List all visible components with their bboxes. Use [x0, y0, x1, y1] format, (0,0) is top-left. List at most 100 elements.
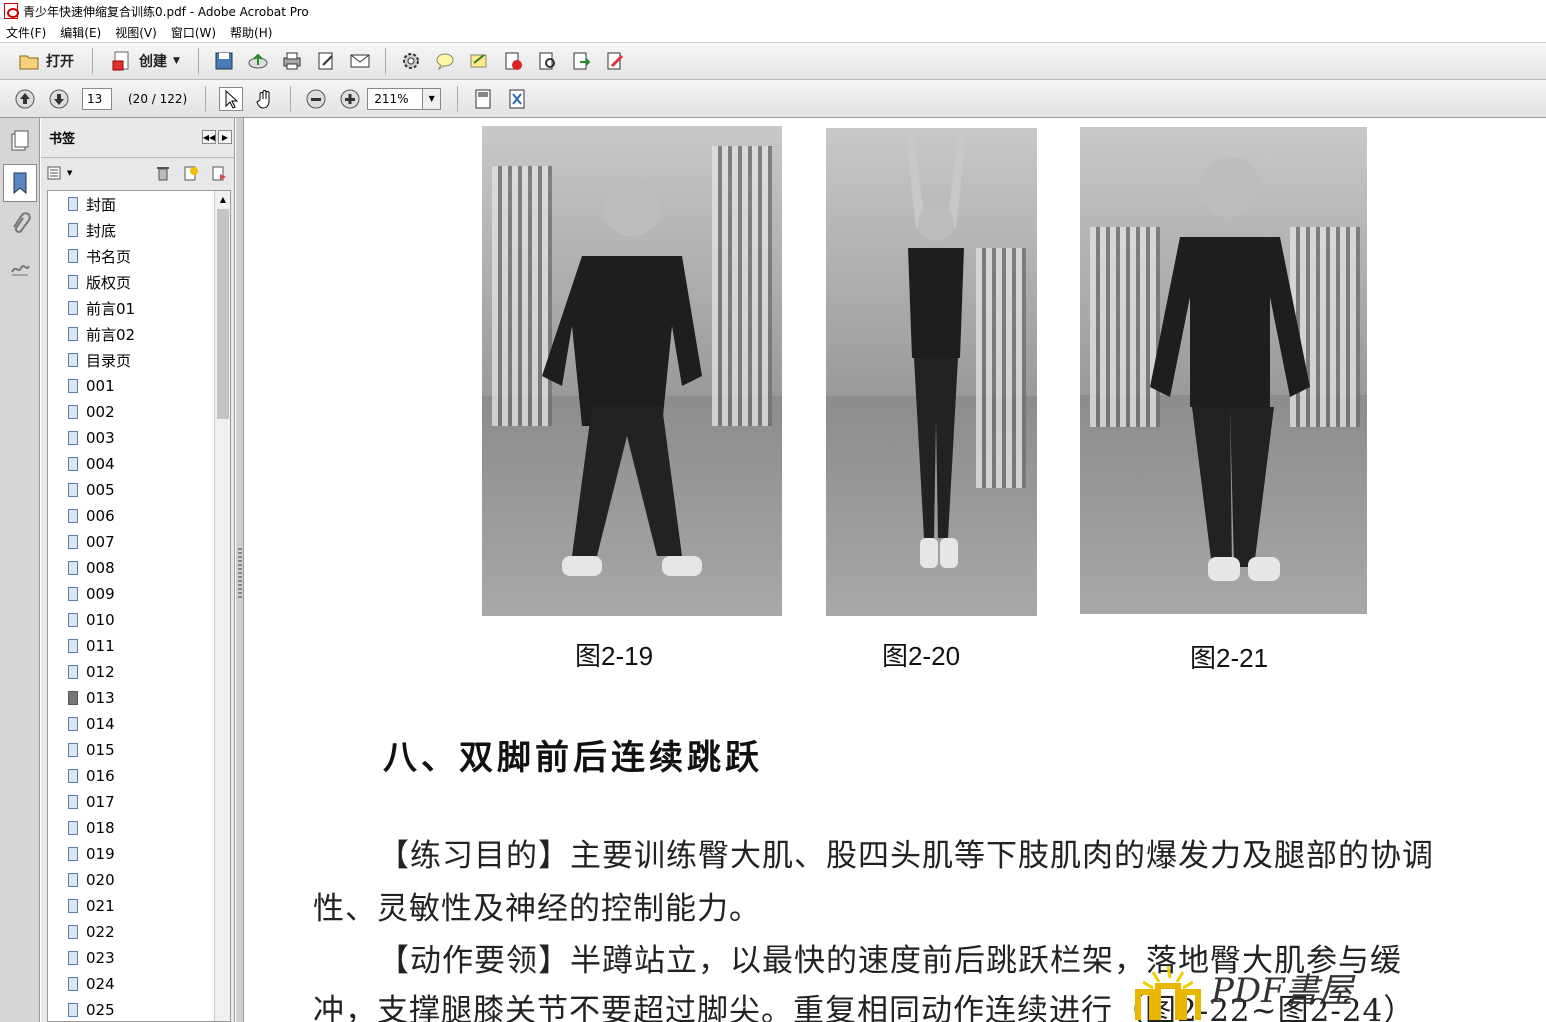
- bookmark-label: 008: [86, 559, 115, 577]
- zoom-in-icon[interactable]: [338, 87, 362, 111]
- bookmark-item[interactable]: 012: [48, 659, 230, 685]
- bookmark-item[interactable]: 018: [48, 815, 230, 841]
- bookmark-item[interactable]: 025: [48, 997, 230, 1021]
- paperclip-icon: [13, 212, 31, 233]
- expand-panel-icon[interactable]: ▶: [218, 130, 232, 144]
- previous-page-icon[interactable]: [13, 87, 37, 111]
- bookmark-icon: [68, 613, 78, 627]
- panel-splitter[interactable]: [236, 118, 244, 1022]
- menu-window[interactable]: 窗口(W): [171, 24, 216, 41]
- collapse-panel-icon[interactable]: ◀◀: [202, 130, 216, 144]
- zoom-dropdown-button[interactable]: ▼: [423, 87, 442, 110]
- bookmark-item[interactable]: 013: [48, 685, 230, 711]
- scroll-thumb[interactable]: [217, 209, 229, 419]
- edit-document-icon[interactable]: [314, 49, 338, 73]
- delete-bookmark-icon[interactable]: [154, 164, 172, 182]
- bookmark-item[interactable]: 001: [48, 373, 230, 399]
- bookmark-item[interactable]: 目录页: [48, 347, 230, 373]
- figure-caption: 图2-21: [1190, 643, 1269, 673]
- bookmark-item[interactable]: 封面: [48, 191, 230, 217]
- bookmark-item[interactable]: 版权页: [48, 269, 230, 295]
- attachments-button[interactable]: [3, 206, 37, 244]
- bookmark-item[interactable]: 004: [48, 451, 230, 477]
- bookmark-label: 书名页: [86, 247, 132, 266]
- upload-cloud-icon[interactable]: [246, 49, 270, 73]
- bookmark-item[interactable]: 封底: [48, 217, 230, 243]
- bookmark-item[interactable]: 002: [48, 399, 230, 425]
- bookmark-item[interactable]: 021: [48, 893, 230, 919]
- bookmark-label: 005: [86, 481, 115, 499]
- main-toolbar: 打开 创建 ▼: [0, 42, 1546, 80]
- bookmark-label: 016: [86, 767, 115, 785]
- menu-help[interactable]: 帮助(H): [230, 24, 272, 41]
- zoom-out-icon[interactable]: [304, 87, 328, 111]
- bookmarks-panel-button[interactable]: [3, 164, 37, 202]
- bookmark-item[interactable]: 003: [48, 425, 230, 451]
- bookmark-item[interactable]: 020: [48, 867, 230, 893]
- bookmark-item[interactable]: 005: [48, 477, 230, 503]
- hand-tool-icon[interactable]: [253, 87, 277, 111]
- menu-view[interactable]: 视图(V): [115, 24, 157, 41]
- bookmark-label: 007: [86, 533, 115, 551]
- scroll-up-icon[interactable]: ▲: [215, 191, 230, 207]
- toolbar-divider: [457, 85, 459, 112]
- bookmark-label: 019: [86, 845, 115, 863]
- open-button[interactable]: 打开: [8, 47, 78, 75]
- inspect-icon[interactable]: [535, 49, 559, 73]
- protect-icon[interactable]: [501, 49, 525, 73]
- form-edit-icon[interactable]: [603, 49, 627, 73]
- bookmark-item[interactable]: 006: [48, 503, 230, 529]
- document-view[interactable]: 图2-19 图2-20 图2-21 八、双脚前后连续跳跃 【练习目的】主要训练臀…: [245, 118, 1546, 1022]
- bookmark-item[interactable]: 011: [48, 633, 230, 659]
- toolbar-divider: [197, 48, 199, 74]
- bookmarks-scrollbar[interactable]: ▲: [214, 191, 230, 1021]
- figure-caption: 图2-20: [882, 641, 961, 671]
- signatures-button[interactable]: [3, 248, 37, 286]
- export-icon[interactable]: [569, 49, 593, 73]
- bookmark-icon: [68, 379, 78, 393]
- bookmark-label: 003: [86, 429, 115, 447]
- select-tool-icon[interactable]: [219, 86, 244, 111]
- bookmark-item[interactable]: 书名页: [48, 243, 230, 269]
- bookmark-item[interactable]: 019: [48, 841, 230, 867]
- page-thumbnails-button[interactable]: [3, 122, 37, 160]
- bookmark-item[interactable]: 前言02: [48, 321, 230, 347]
- splitter-grip[interactable]: [238, 548, 242, 598]
- zoom-input[interactable]: 211%: [367, 87, 424, 110]
- bookmark-item[interactable]: 008: [48, 555, 230, 581]
- bookmark-item[interactable]: 017: [48, 789, 230, 815]
- menu-file[interactable]: 文件(F): [6, 24, 46, 41]
- bookmark-item[interactable]: 007: [48, 529, 230, 555]
- window-title: 青少年快速伸缩复合训练0.pdf - Adobe Acrobat Pro: [23, 4, 309, 19]
- bookmark-label: 023: [86, 949, 115, 967]
- comment-icon[interactable]: [433, 49, 457, 73]
- chevron-down-icon: ▼: [173, 56, 180, 66]
- sign-icon[interactable]: [467, 49, 491, 73]
- bookmark-item[interactable]: 014: [48, 711, 230, 737]
- bookmark-item[interactable]: 009: [48, 581, 230, 607]
- options-menu-icon[interactable]: ▼: [47, 166, 72, 180]
- page-count: (20 / 122): [128, 91, 188, 106]
- menu-edit[interactable]: 编辑(E): [60, 24, 101, 41]
- bookmark-from-structure-icon[interactable]: [210, 164, 228, 182]
- figure-2-21-photo: [1080, 127, 1367, 614]
- bookmark-item[interactable]: 010: [48, 607, 230, 633]
- bookmark-item[interactable]: 015: [48, 737, 230, 763]
- gear-icon[interactable]: [399, 49, 423, 73]
- page-number-input[interactable]: 13: [82, 87, 112, 110]
- bookmark-item[interactable]: 024: [48, 971, 230, 997]
- bookmark-icon: [68, 197, 78, 211]
- bookmark-item[interactable]: 前言01: [48, 295, 230, 321]
- create-button[interactable]: 创建 ▼: [101, 47, 184, 75]
- next-page-icon[interactable]: [47, 87, 71, 111]
- bookmark-item[interactable]: 022: [48, 919, 230, 945]
- new-bookmark-icon[interactable]: [182, 164, 200, 182]
- bookmark-item[interactable]: 023: [48, 945, 230, 971]
- save-icon[interactable]: [212, 49, 236, 73]
- fit-page-icon[interactable]: [471, 87, 495, 111]
- bookmark-icon: [68, 1003, 78, 1017]
- bookmark-item[interactable]: 016: [48, 763, 230, 789]
- email-icon[interactable]: [348, 49, 372, 73]
- full-screen-icon[interactable]: [505, 87, 529, 111]
- print-icon[interactable]: [280, 49, 304, 73]
